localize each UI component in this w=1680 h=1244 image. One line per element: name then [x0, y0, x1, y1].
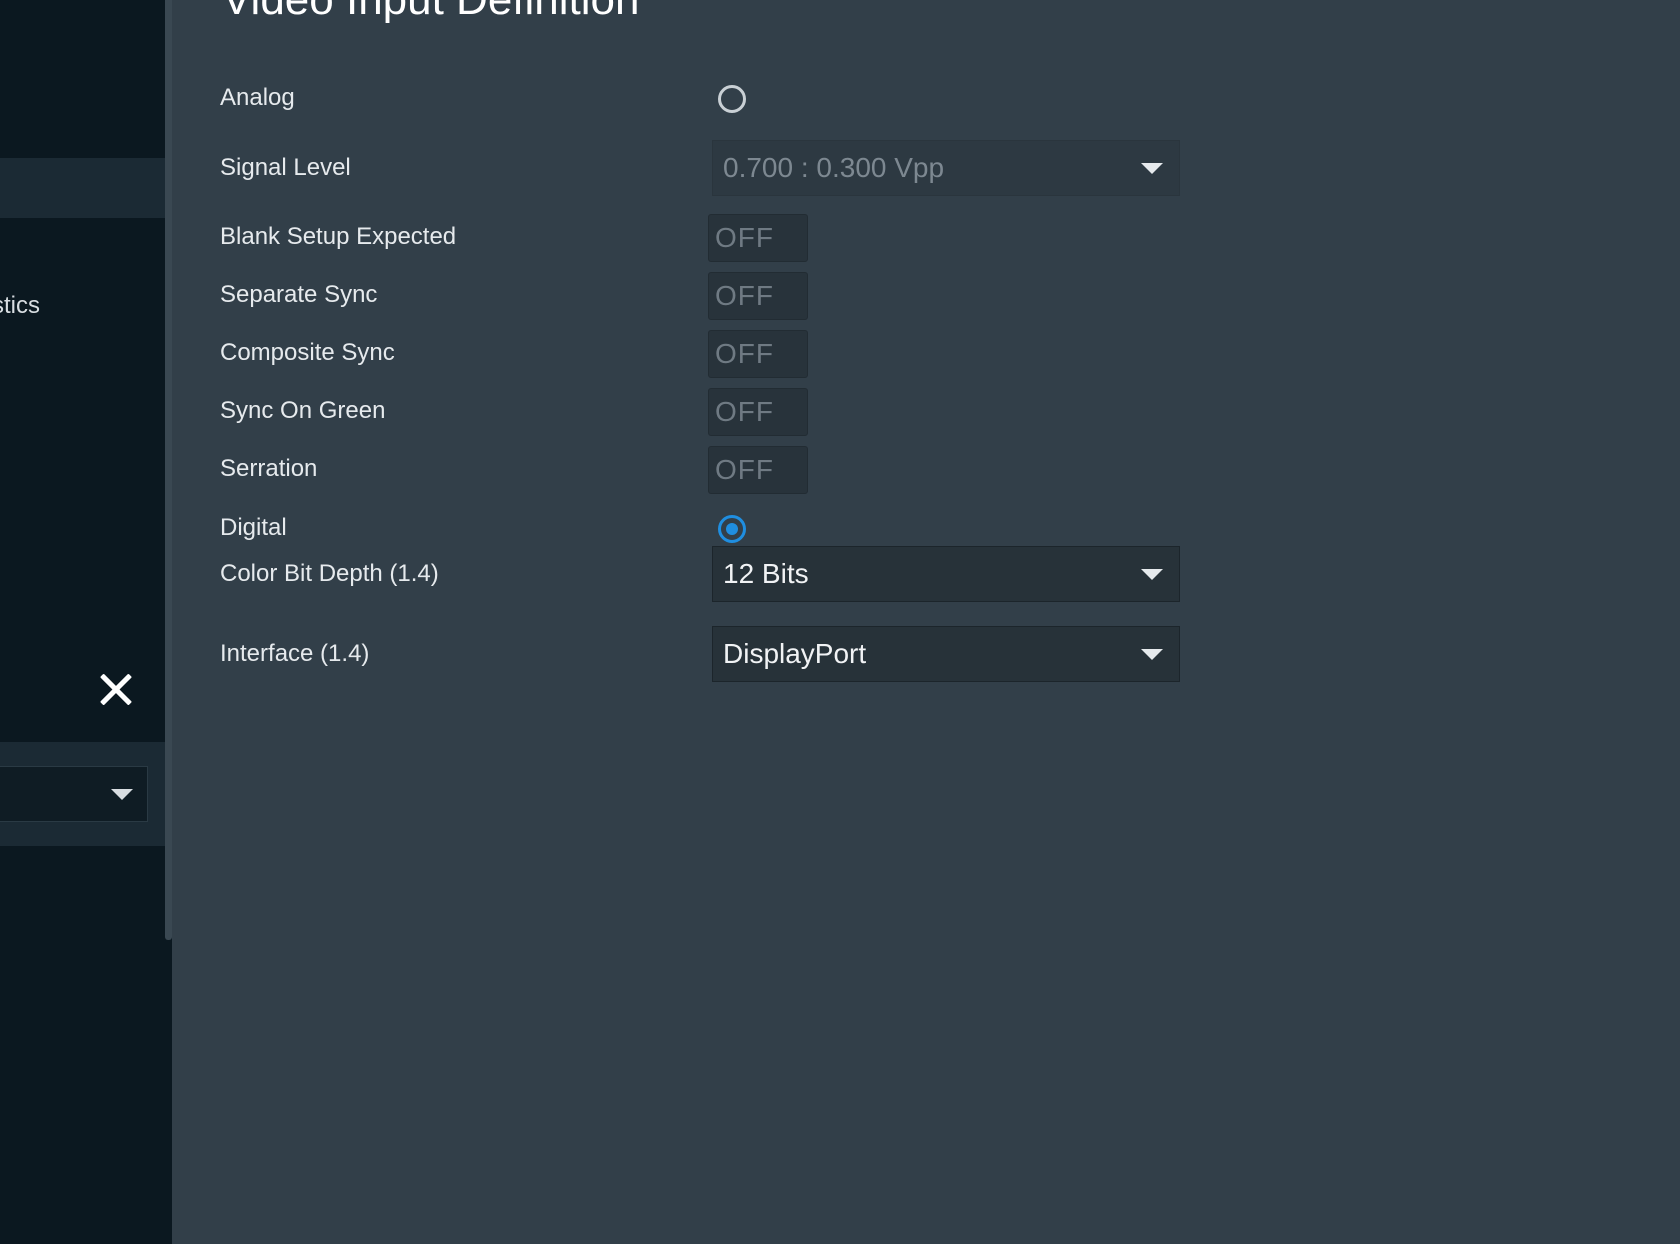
close-icon[interactable]: [92, 666, 140, 714]
toggle-state: OFF: [715, 338, 774, 369]
serration-label: Serration: [220, 455, 318, 482]
sidebar: stics: [0, 0, 172, 1244]
color-bit-depth-label: Color Bit Depth (1.4): [220, 560, 439, 587]
signal-level-dropdown[interactable]: 0.700 : 0.300 Vpp: [712, 140, 1180, 196]
interface-dropdown[interactable]: DisplayPort: [712, 626, 1180, 682]
signal-level-value: 0.700 : 0.300 Vpp: [723, 152, 945, 183]
blank-setup-label: Blank Setup Expected: [220, 223, 457, 250]
toggle-state: OFF: [715, 396, 774, 427]
separate-sync-toggle[interactable]: OFF: [708, 272, 808, 320]
digital-radio[interactable]: [718, 515, 746, 543]
chevron-down-icon: [1141, 649, 1163, 660]
toggle-state: OFF: [715, 280, 774, 311]
composite-sync-label: Composite Sync: [220, 339, 395, 366]
sync-on-green-toggle[interactable]: OFF: [708, 388, 808, 436]
chevron-down-icon: [111, 789, 133, 800]
analog-radio[interactable]: [718, 85, 746, 113]
toggle-state: OFF: [715, 454, 774, 485]
interface-value: DisplayPort: [723, 638, 867, 669]
sidebar-scrollbar[interactable]: [165, 0, 172, 940]
sidebar-item-selected[interactable]: [0, 158, 166, 218]
chevron-down-icon: [1141, 569, 1163, 580]
main-panel: Video Input Definition Analog Signal Lev…: [172, 0, 1680, 1244]
toggle-state: OFF: [715, 222, 774, 253]
digital-label: Digital: [220, 514, 287, 541]
sync-on-green-label: Sync On Green: [220, 397, 386, 424]
chevron-down-icon: [1141, 163, 1163, 174]
signal-level-label: Signal Level: [220, 154, 351, 181]
color-bit-depth-dropdown[interactable]: 12 Bits: [712, 546, 1180, 602]
color-bit-depth-value: 12 Bits: [723, 558, 809, 589]
sidebar-dropdown[interactable]: [0, 766, 148, 822]
blank-setup-toggle[interactable]: OFF: [708, 214, 808, 262]
serration-toggle[interactable]: OFF: [708, 446, 808, 494]
sidebar-item-label[interactable]: stics: [0, 292, 40, 320]
page-title: Video Input Definition: [222, 0, 639, 26]
separate-sync-label: Separate Sync: [220, 281, 378, 308]
analog-label: Analog: [220, 84, 295, 111]
interface-label: Interface (1.4): [220, 640, 370, 667]
composite-sync-toggle[interactable]: OFF: [708, 330, 808, 378]
